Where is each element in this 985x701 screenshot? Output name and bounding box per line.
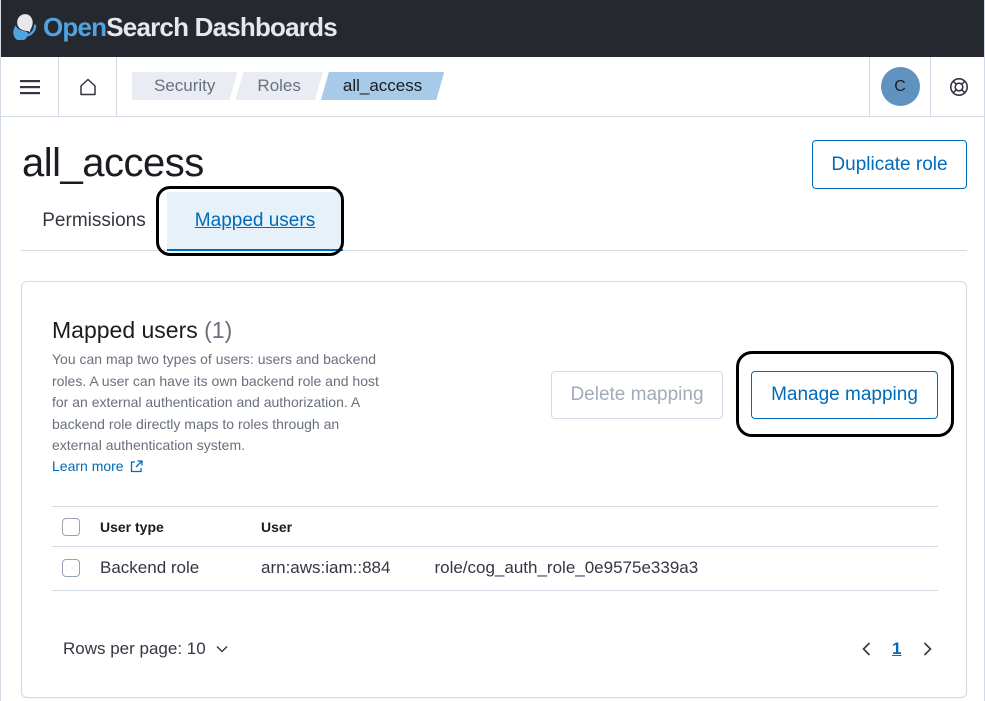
panel-description: You can map two types of users: users an… [52, 351, 379, 454]
previous-page-button[interactable] [856, 642, 876, 656]
table-row: Backend role arn:aws:iam::884 role/cog_au… [52, 547, 938, 591]
row-checkbox[interactable] [62, 559, 80, 577]
avatar: C [880, 67, 920, 106]
tab-permissions[interactable]: Permissions [21, 192, 167, 250]
panel-title-text: Mapped users [52, 317, 198, 343]
panel-count: (1) [204, 317, 233, 343]
rows-per-page-label: Rows per page: 10 [63, 639, 206, 658]
learn-more-text: Learn more [52, 458, 124, 474]
panel-title: Mapped users (1) [52, 317, 232, 344]
cell-user: arn:aws:iam::884 role/cog_auth_role_0e957… [261, 558, 698, 578]
home-icon [79, 78, 96, 95]
select-all-checkbox[interactable] [62, 518, 80, 536]
external-link-icon [130, 459, 143, 472]
help-button[interactable] [930, 57, 984, 116]
duplicate-role-button[interactable]: Duplicate role [812, 140, 967, 189]
top-bar: Open Search Dashboards [1, 0, 984, 57]
user-menu-button[interactable]: C [869, 57, 930, 116]
cell-user-suffix: role/cog_auth_role_0e9575e339a3 [434, 558, 699, 577]
page-number[interactable]: 1 [892, 639, 901, 659]
menu-icon [19, 79, 40, 94]
column-header-user-type[interactable]: User type [100, 519, 164, 535]
chevron-right-icon [923, 642, 932, 656]
home-button[interactable] [59, 57, 117, 116]
chevron-down-icon [216, 646, 228, 653]
pagination: 1 [856, 639, 937, 659]
opensearch-logo-icon [13, 14, 37, 40]
brand-rest: Search Dashboards [106, 11, 337, 42]
opensearch-logo[interactable]: Open Search Dashboards [13, 10, 338, 44]
highlight-annotation-tab [156, 186, 344, 256]
mapped-users-panel: Mapped users (1) You can map two types o… [21, 281, 967, 698]
next-page-button[interactable] [917, 642, 937, 656]
help-icon [949, 77, 968, 96]
learn-more-link[interactable]: Learn more [52, 458, 143, 474]
breadcrumb-current: all_access [321, 72, 444, 100]
table-header: User type User [52, 506, 938, 547]
cell-user-prefix: arn:aws:iam::884 [261, 558, 391, 577]
highlight-annotation-manage [736, 351, 954, 437]
brand-open: Open [43, 11, 107, 42]
column-header-user[interactable]: User [261, 519, 292, 535]
delete-mapping-button[interactable]: Delete mapping [551, 371, 723, 419]
breadcrumb-roles[interactable]: Roles [235, 72, 322, 100]
chevron-left-icon [861, 642, 870, 656]
header-bar: Security Roles all_access C [1, 57, 984, 117]
app-frame: Open Search Dashboards Security Roles all… [0, 0, 985, 701]
breadcrumb: Security Roles all_access [132, 72, 442, 100]
cell-user-type: Backend role [100, 558, 200, 577]
mapped-users-table: User type User Backend role arn:aws:iam:… [52, 506, 938, 591]
page-title: all_access [22, 141, 204, 185]
breadcrumb-security[interactable]: Security [132, 72, 237, 100]
menu-button[interactable] [1, 57, 59, 116]
rows-per-page-selector[interactable]: Rows per page: 10 [63, 639, 228, 659]
